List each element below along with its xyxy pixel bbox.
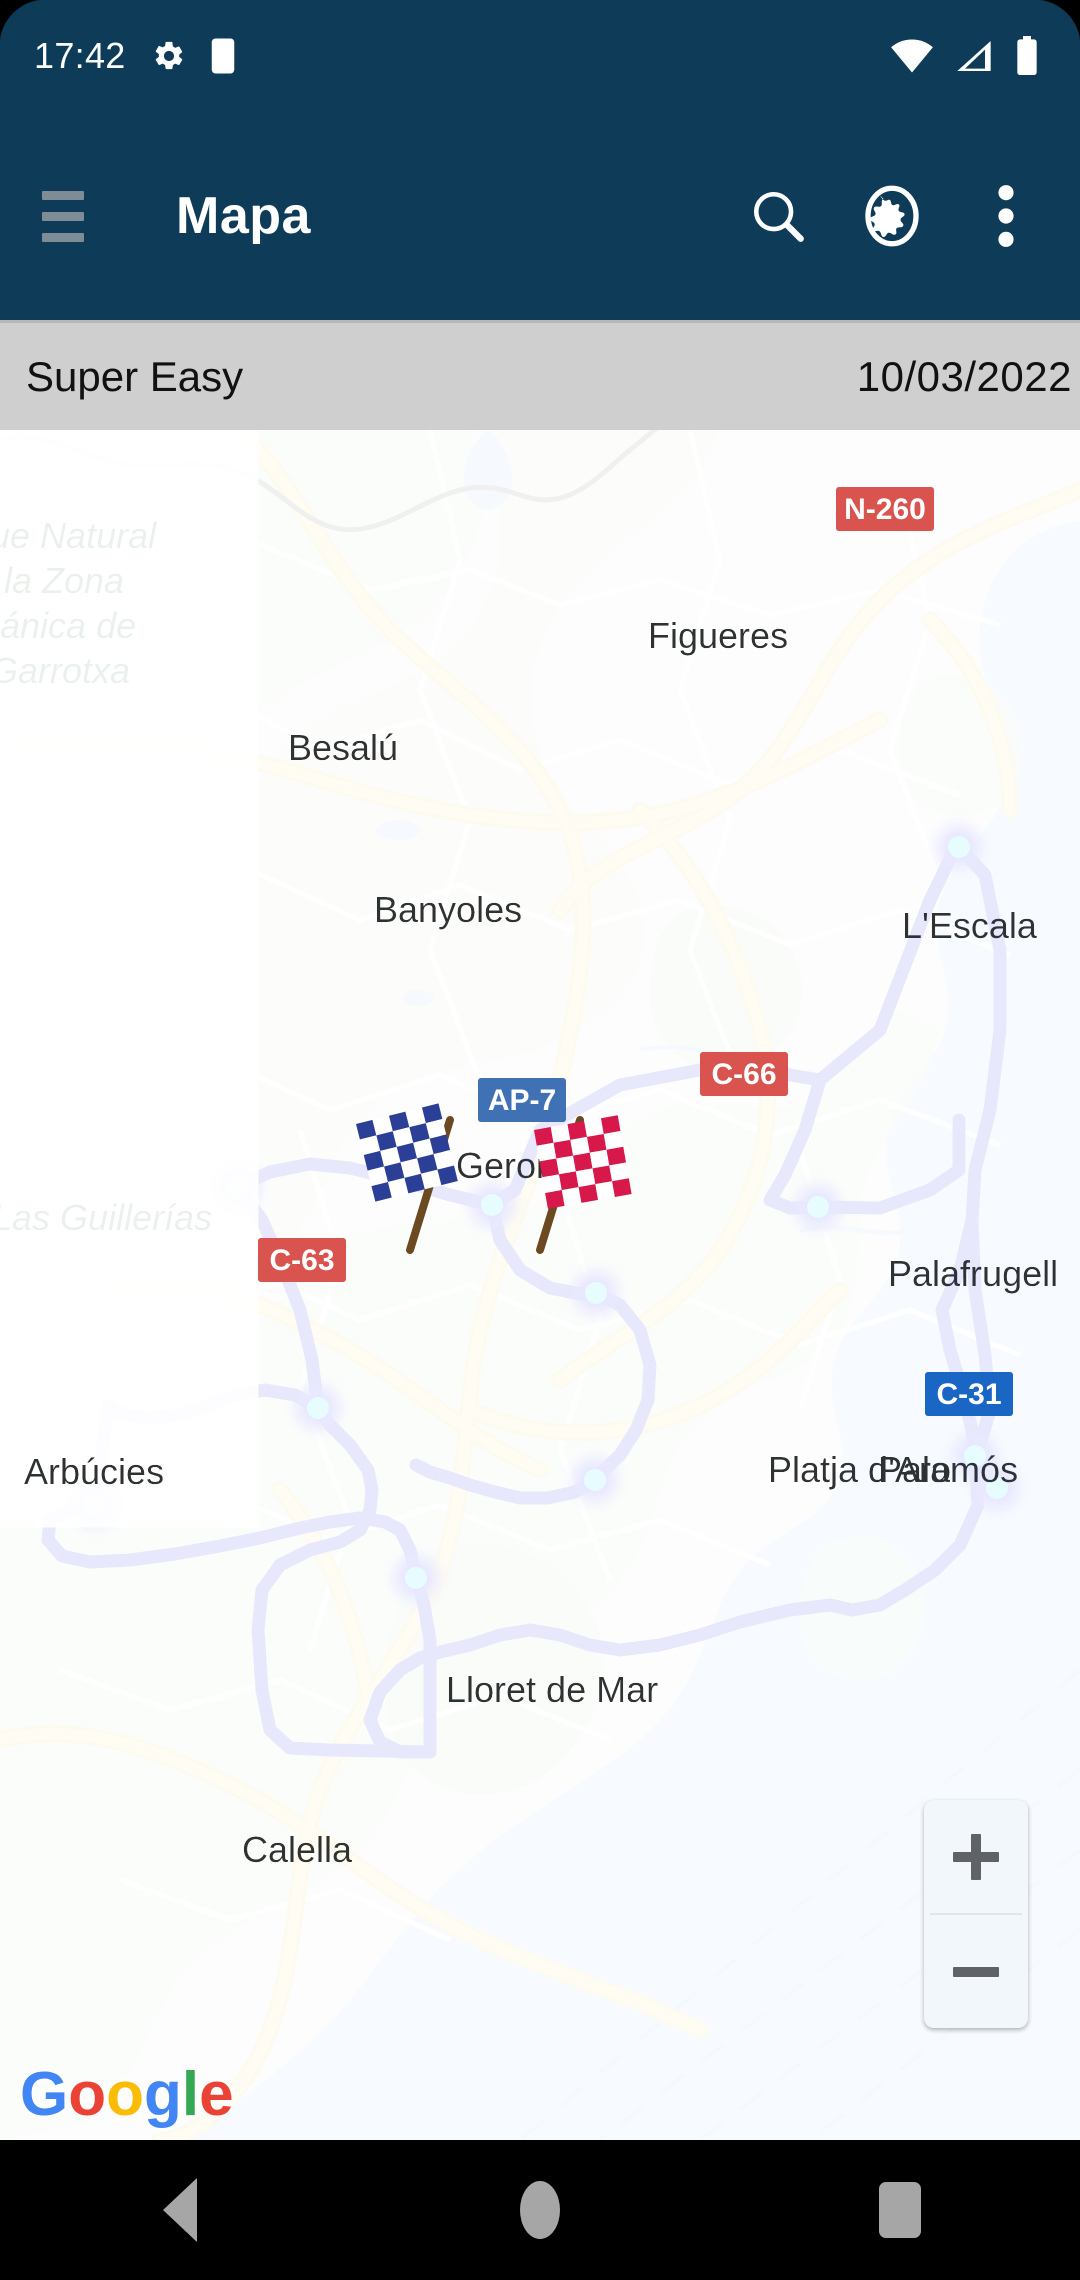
google-logo-letter-1: o: [68, 2060, 107, 2129]
phone-screen: 17:42 Mapa Super Easy 10/03/2022 ue Natu…: [0, 0, 1080, 2280]
google-logo-letter-5: e: [199, 2060, 234, 2129]
nav-back-button[interactable]: [100, 2140, 260, 2280]
status-bar: 17:42: [0, 0, 1080, 112]
svg-text:Banyoles: Banyoles: [374, 889, 522, 930]
overflow-menu-icon: [998, 185, 1014, 247]
svg-text:C-66: C-66: [711, 1058, 776, 1091]
route-info-bar: Super Easy 10/03/2022: [0, 320, 1080, 430]
svg-text:Figueres: Figueres: [648, 615, 788, 656]
nav-recents-button[interactable]: [820, 2140, 980, 2280]
status-bar-system-icons: [890, 36, 1046, 76]
svg-text:Besalú: Besalú: [288, 727, 398, 768]
road-shield-ap7: AP-7: [478, 1078, 566, 1122]
map-view[interactable]: ue Natural la Zona cánica de Garrotxa La…: [0, 430, 1080, 2140]
map-zoom-controls[interactable]: [924, 1800, 1028, 2028]
map-canvas[interactable]: ue Natural la Zona cánica de Garrotxa La…: [0, 430, 1080, 2140]
search-button[interactable]: [730, 168, 826, 264]
svg-text:AP-7: AP-7: [488, 1084, 556, 1117]
clipboard-icon: [211, 38, 234, 74]
google-logo-letter-4: l: [181, 2060, 200, 2129]
app-bar: Mapa: [0, 112, 1080, 320]
route-date: 10/03/2022: [856, 352, 1072, 400]
route-name: Super Easy: [26, 352, 244, 400]
recents-square-icon: [879, 2182, 921, 2238]
hamburger-menu-icon[interactable]: [42, 190, 128, 242]
status-bar-notification-icons: [152, 37, 238, 75]
back-triangle-icon: [163, 2178, 197, 2242]
svg-text:Platja d'Aro: Platja d'Aro: [768, 1449, 951, 1490]
svg-text:cánica de: cánica de: [0, 605, 136, 646]
svg-text:C-63: C-63: [269, 1244, 334, 1277]
road-shield-n260: N-260: [836, 487, 934, 531]
google-logo: Google: [20, 2064, 234, 2126]
svg-text:Arbúcies: Arbúcies: [24, 1451, 164, 1492]
status-bar-clock: 17:42: [34, 35, 126, 76]
svg-text:Las Guillerías: Las Guillerías: [0, 1197, 212, 1238]
gear-icon: [155, 41, 182, 70]
svg-text:C-31: C-31: [936, 1378, 1001, 1411]
road-shield-c31: C-31: [925, 1372, 1013, 1416]
road-shield-c66: C-66: [700, 1052, 788, 1096]
zoom-in-button[interactable]: [924, 1800, 1028, 1913]
svg-text:L'Escala: L'Escala: [902, 905, 1038, 946]
zoom-out-button[interactable]: [924, 1915, 1028, 2028]
cellular-signal-icon: [957, 41, 991, 71]
google-logo-letter-0: G: [20, 2060, 69, 2129]
app-bar-actions: [730, 168, 1080, 264]
road-shield-c63: C-63: [258, 1238, 346, 1282]
globe-icon: [865, 185, 919, 247]
google-logo-letter-3: g: [143, 2060, 182, 2129]
home-circle-icon: [520, 2181, 560, 2239]
svg-text:Calella: Calella: [242, 1829, 353, 1870]
svg-text:Garrotxa: Garrotxa: [0, 650, 130, 691]
globe-button[interactable]: [844, 168, 940, 264]
page-title: Mapa: [176, 187, 311, 245]
svg-text:ue Natural: ue Natural: [0, 515, 157, 556]
svg-text:N-260: N-260: [844, 493, 926, 526]
google-logo-letter-2: o: [106, 2060, 144, 2129]
svg-text:Lloret de Mar: Lloret de Mar: [446, 1669, 658, 1710]
battery-icon: [1017, 36, 1037, 75]
wifi-icon: [891, 39, 933, 73]
svg-text:Palafrugell: Palafrugell: [888, 1253, 1058, 1294]
nav-home-button[interactable]: [460, 2140, 620, 2280]
android-navigation-bar: [0, 2140, 1080, 2280]
svg-text:la Zona: la Zona: [4, 560, 124, 601]
search-icon: [753, 191, 804, 242]
overflow-menu-button[interactable]: [958, 168, 1054, 264]
